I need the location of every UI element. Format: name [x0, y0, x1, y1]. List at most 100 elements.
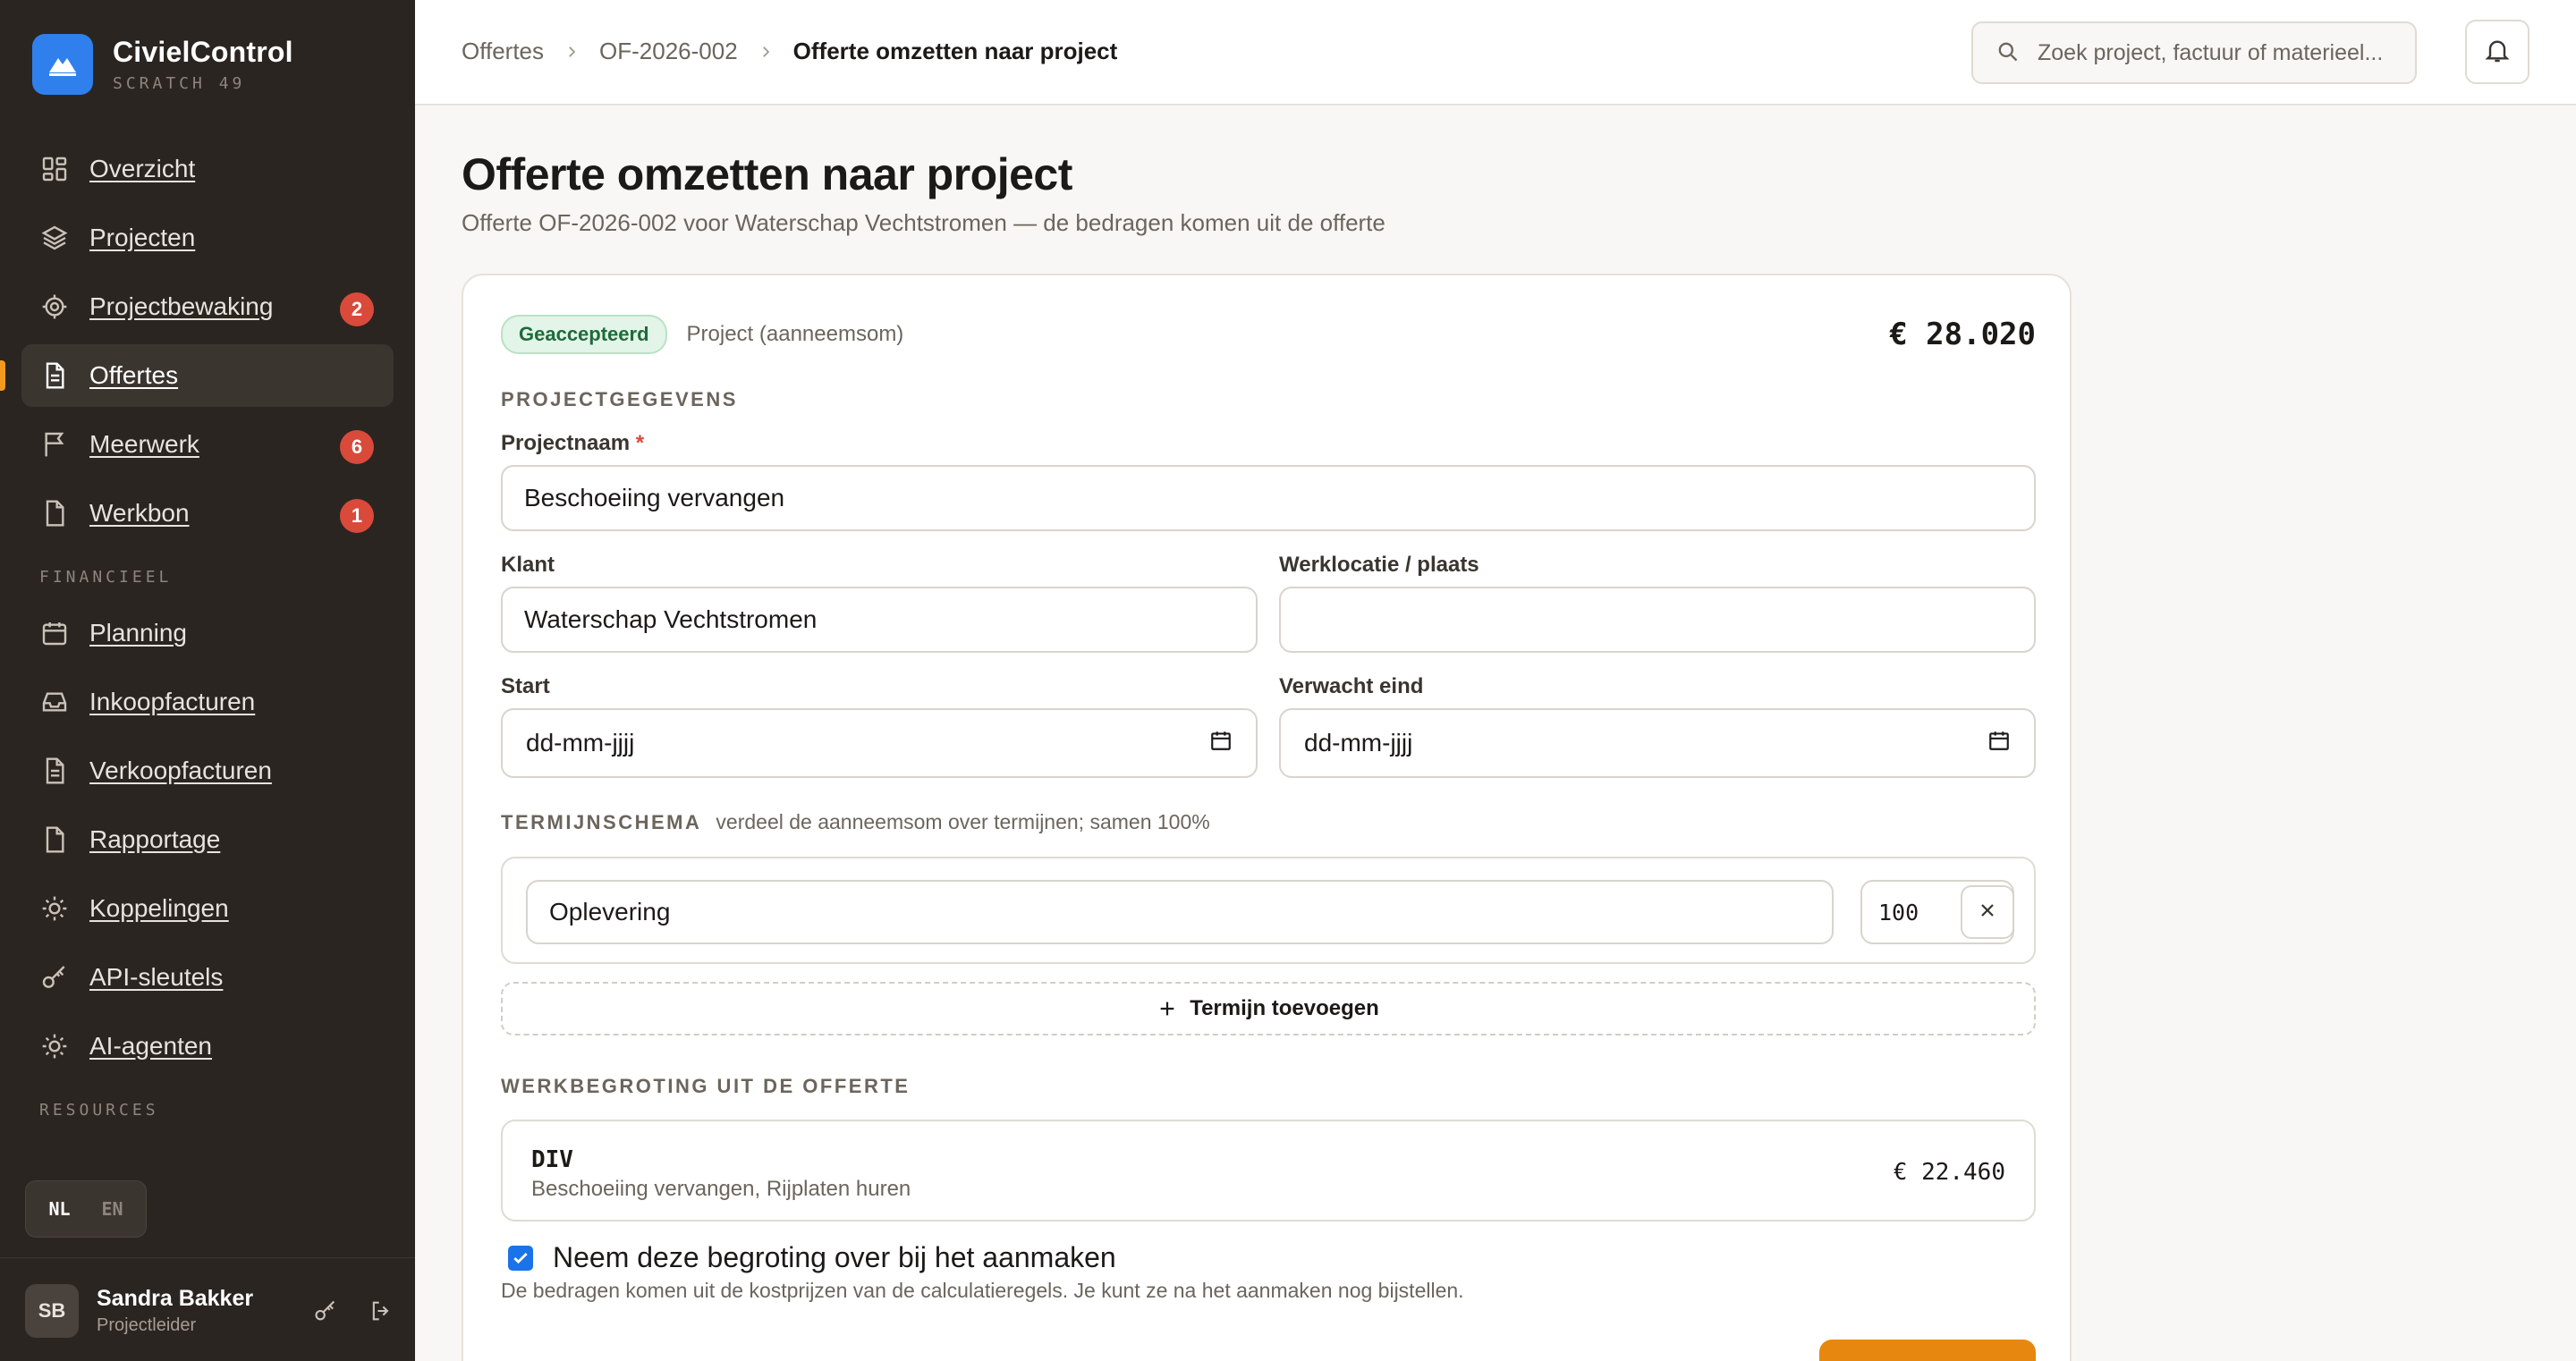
search-box	[1971, 21, 2417, 84]
start-date-input[interactable]: dd-mm-jjjj	[501, 708, 1258, 778]
page-subtitle: Offerte OF-2026-002 voor Waterschap Vech…	[462, 209, 1385, 236]
target-icon	[39, 292, 70, 322]
inbox-icon	[39, 687, 70, 717]
chevron-right-icon	[564, 44, 580, 60]
layers-icon	[39, 223, 70, 253]
sidebar-item-label: Overzicht	[89, 155, 196, 182]
nav-section-financieel: FINANCIEEL	[39, 567, 173, 587]
language-switch: NL EN	[25, 1180, 147, 1238]
status-badge: Geaccepteerd	[501, 315, 667, 354]
sidebar-item-rapportage[interactable]: Rapportage	[21, 808, 394, 871]
budget-item: DIV Beschoeiing vervangen, Rijplaten hur…	[501, 1120, 2036, 1222]
klant-input[interactable]	[501, 587, 1258, 653]
lang-nl-option[interactable]: NL	[43, 1191, 75, 1227]
sidebar-item-label: Verkoopfacturen	[89, 757, 272, 784]
remove-termijn-button[interactable]	[1961, 885, 2014, 939]
take-over-budget-checkbox-row[interactable]: Neem deze begroting over bij het aanmake…	[508, 1241, 1116, 1274]
eind-label: Verwacht eind	[1279, 674, 1424, 698]
take-over-budget-checkbox[interactable]	[508, 1245, 533, 1271]
sidebar-item-projecten[interactable]: Projecten	[21, 207, 394, 269]
breadcrumb-current: Offerte omzetten naar project	[792, 38, 1118, 64]
search-icon	[1995, 38, 2020, 68]
section-termijnschema-title: TERMIJNSCHEMA	[501, 811, 702, 833]
user-panel: SB Sandra Bakker Projectleider	[25, 1282, 397, 1340]
brand-name: CivielControl	[113, 36, 293, 68]
sidebar-item-label: Meerwerk	[89, 430, 199, 458]
sidebar-item-overzicht[interactable]: Overzicht	[21, 138, 394, 200]
key-icon[interactable]	[309, 1295, 342, 1327]
file-icon	[39, 824, 70, 855]
main-nav: Overzicht Projecten Projectbewaking 2 Of…	[0, 138, 394, 1135]
brand[interactable]: CivielControl SCRATCH 49	[32, 34, 293, 95]
brand-logo-icon	[32, 34, 93, 95]
projectnaam-label: Projectnaam *	[501, 431, 644, 456]
sidebar-divider	[0, 1257, 415, 1258]
brand-subtitle: SCRATCH 49	[113, 74, 246, 93]
total-amount: € 28.020	[1889, 317, 2036, 352]
breadcrumb-offertes[interactable]: Offertes	[462, 38, 544, 65]
search-input[interactable]	[2038, 39, 2413, 66]
breadcrumb: Offertes OF-2026-002 Offerte omzetten na…	[462, 38, 1117, 65]
sidebar-item-planning[interactable]: Planning	[21, 602, 394, 664]
count-badge: 2	[340, 292, 374, 326]
termijn-hint: verdeel de aanneemsom over termijnen; sa…	[716, 810, 1210, 833]
project-type: Project (aanneemsom)	[686, 322, 904, 346]
section-projectgegevens: PROJECTGEGEVENS	[501, 388, 738, 410]
budget-description: Beschoeiing vervangen, Rijplaten huren	[531, 1177, 911, 1201]
sidebar-item-label: Projectbewaking	[89, 292, 274, 320]
avatar[interactable]: SB	[25, 1284, 79, 1338]
sidebar-item-werkbon[interactable]: Werkbon 1	[21, 482, 394, 545]
convert-offerte-card: Geaccepteerd Project (aanneemsom) € 28.0…	[462, 274, 2072, 1361]
projectnaam-label-text: Projectnaam	[501, 431, 631, 455]
section-termijnschema: TERMIJNSCHEMA verdeel de aanneemsom over …	[501, 810, 1210, 834]
flag-icon	[39, 429, 70, 460]
projectnaam-input[interactable]	[501, 465, 2036, 531]
calendar-icon[interactable]	[1209, 729, 1233, 758]
sidebar-item-offertes[interactable]: Offertes	[0, 344, 394, 407]
start-date-value: dd-mm-jjjj	[526, 729, 635, 757]
sidebar-item-verkoopfacturen[interactable]: Verkoopfacturen	[21, 740, 394, 802]
sidebar-item-label: AI-agenten	[89, 1032, 212, 1060]
sidebar-item-label: Inkoopfacturen	[89, 688, 256, 715]
sidebar-item-label: Offertes	[89, 361, 179, 389]
sidebar-item-meerwerk[interactable]: Meerwerk 6	[21, 413, 394, 476]
close-icon	[1977, 900, 1998, 926]
sidebar-item-projectbewaking[interactable]: Projectbewaking 2	[21, 275, 394, 338]
add-termijn-label: Termijn toevoegen	[1190, 996, 1379, 1020]
sidebar: CivielControl SCRATCH 49 Overzicht Proje…	[0, 0, 415, 1361]
lang-en-option[interactable]: EN	[96, 1191, 128, 1227]
sidebar-item-api-sleutels[interactable]: API-sleutels	[21, 946, 394, 1009]
termijn-name-input[interactable]	[526, 880, 1834, 944]
page-title: Offerte omzetten naar project	[462, 149, 1072, 199]
create-project-button[interactable]	[1819, 1340, 2036, 1361]
plus-icon	[1157, 999, 1177, 1019]
sidebar-item-label: Projecten	[89, 224, 196, 251]
sidebar-item-label: API-sleutels	[89, 963, 224, 991]
nav-section-resources: RESOURCES	[39, 1100, 159, 1120]
user-role: Projectleider	[97, 1315, 197, 1335]
checkbox-label: Neem deze begroting over bij het aanmake…	[553, 1241, 1116, 1273]
checkbox-help-text: De bedragen komen uit de kostprijzen van…	[501, 1279, 1464, 1302]
logout-icon[interactable]	[365, 1295, 397, 1327]
sidebar-item-ai-agenten[interactable]: AI-agenten	[21, 1015, 394, 1078]
bell-icon	[2483, 36, 2512, 69]
key-icon	[39, 962, 70, 993]
notifications-button[interactable]	[2465, 20, 2529, 84]
sidebar-item-label: Planning	[89, 619, 187, 647]
werklocatie-input[interactable]	[1279, 587, 2036, 653]
termijn-percentage-input[interactable]	[1878, 899, 1968, 926]
user-name: Sandra Bakker	[97, 1286, 254, 1311]
calendar-icon[interactable]	[1987, 729, 2011, 758]
dashboard-icon	[39, 154, 70, 184]
section-werkbegroting: WERKBEGROTING UIT DE OFFERTE	[501, 1075, 911, 1097]
sidebar-item-inkoopfacturen[interactable]: Inkoopfacturen	[21, 671, 394, 733]
count-badge: 1	[340, 499, 374, 533]
sidebar-item-koppelingen[interactable]: Koppelingen	[21, 877, 394, 940]
breadcrumb-offerte-number[interactable]: OF-2026-002	[599, 38, 738, 65]
eind-date-value: dd-mm-jjjj	[1304, 729, 1413, 757]
add-termijn-button[interactable]: Termijn toevoegen	[501, 982, 2036, 1036]
count-badge: 6	[340, 430, 374, 464]
sidebar-item-label: Werkbon	[89, 499, 190, 527]
checkmark-icon	[513, 1252, 528, 1264]
eind-date-input[interactable]: dd-mm-jjjj	[1279, 708, 2036, 778]
